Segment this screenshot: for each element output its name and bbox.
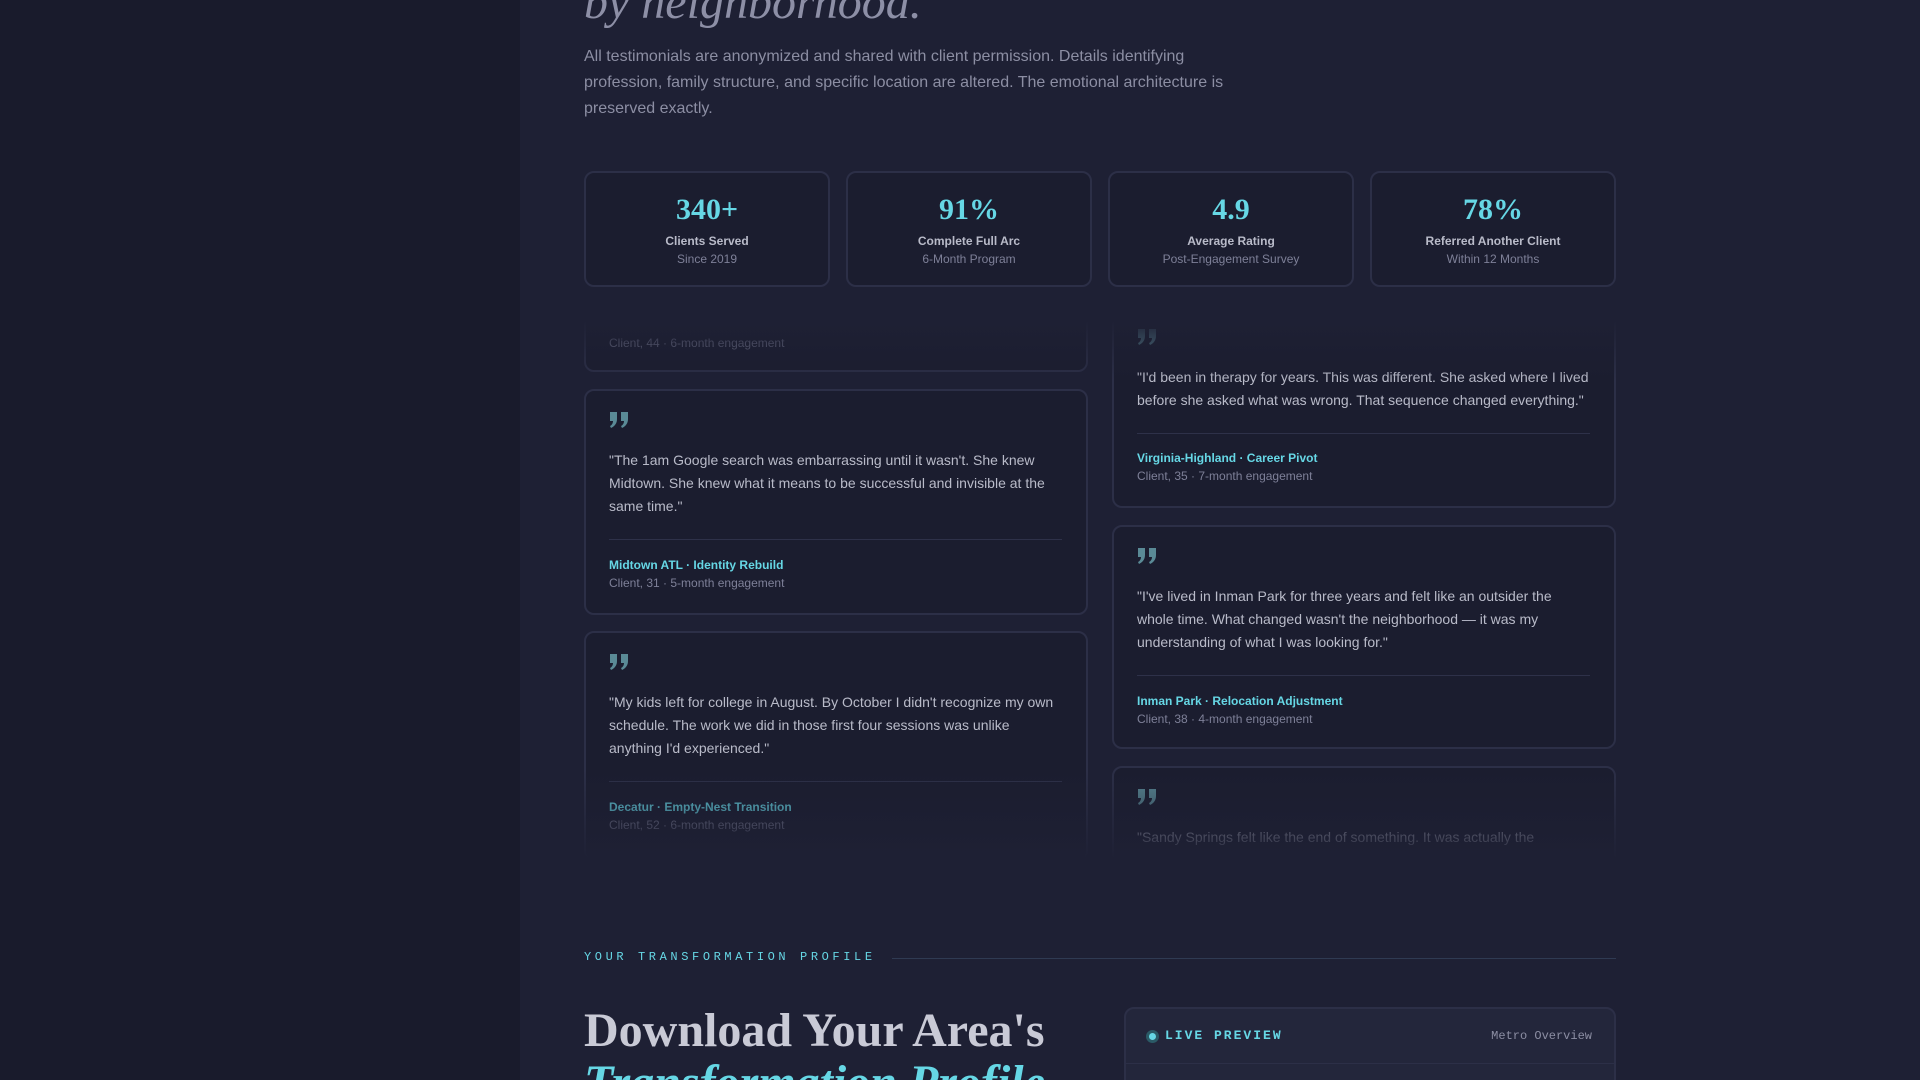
preview-header: LIVE PREVIEW Metro Overview	[1126, 1009, 1614, 1064]
stat-label: Complete Full Arc	[917, 234, 1021, 248]
quote-icon	[1138, 548, 1156, 564]
testimonial-quote: "The 1am Google search was embarrassing …	[609, 452, 1045, 514]
stat-sub: Since 2019	[676, 252, 738, 266]
intro-paragraph: All testimonials are anonymized and shar…	[584, 48, 1224, 117]
stat-label: Referred Another Client	[1425, 234, 1561, 248]
stat-card-referral: 78% Referred Another Client Within 12 Mo…	[1370, 171, 1616, 287]
testimonial-meta: Client, 52 · 6-month engagement	[609, 818, 785, 832]
section-eyebrow: YOUR TRANSFORMATION PROFILE	[584, 950, 876, 964]
testimonial-quote: "I've lived in Inman Park for three year…	[1137, 588, 1552, 650]
card-divider	[609, 781, 1062, 782]
testimonial-tag: Virginia-Highland · Career Pivot	[1137, 451, 1318, 465]
preview-scope: Metro Overview	[1491, 1029, 1592, 1043]
stat-sub: 6-Month Program	[922, 252, 1016, 266]
testimonial-meta: Client, 44 · 6-month engagement	[609, 336, 785, 350]
live-preview-panel: LIVE PREVIEW Metro Overview	[1124, 1007, 1616, 1080]
stat-sub: Within 12 Months	[1446, 252, 1540, 266]
testimonial-card: Client, 44 · 6-month engagement	[584, 320, 1088, 372]
download-heading-accent: Transformation Profile	[584, 1057, 1104, 1080]
stat-card-completion: 91% Complete Full Arc 6-Month Program	[846, 171, 1092, 287]
testimonial-card: "Sandy Springs felt like the end of some…	[1112, 766, 1616, 860]
live-preview-label: LIVE PREVIEW	[1165, 1028, 1283, 1043]
main-content: by neighborhood. All testimonials are an…	[584, 0, 1616, 1080]
download-heading: Download Your Area's Transformation Prof…	[584, 1005, 1104, 1080]
quote-icon	[610, 412, 628, 428]
testimonial-card: "I've lived in Inman Park for three year…	[1112, 525, 1616, 749]
stat-value: 4.9	[1212, 193, 1250, 226]
stat-card-clients: 340+ Clients Served Since 2019	[584, 171, 830, 287]
stat-label: Average Rating	[1187, 234, 1275, 248]
hero-title-fragment: by neighborhood.	[584, 0, 922, 29]
testimonial-quote: "Sandy Springs felt like the end of some…	[1137, 829, 1535, 845]
testimonial-tag: Inman Park · Relocation Adjustment	[1137, 694, 1343, 708]
quote-icon	[1138, 329, 1156, 345]
eyebrow-divider	[892, 958, 1616, 959]
testimonial-meta: Client, 38 · 4-month engagement	[1137, 712, 1313, 726]
testimonial-card: "I'd been in therapy for years. This was…	[1112, 320, 1616, 508]
download-heading-line1: Download Your Area's	[584, 1004, 1045, 1057]
live-indicator-icon	[1146, 1030, 1159, 1043]
quote-icon	[1138, 789, 1156, 805]
stat-value: 340+	[675, 193, 739, 226]
testimonial-meta: Client, 35 · 7-month engagement	[1137, 469, 1313, 483]
stat-value: 91%	[939, 193, 999, 226]
testimonial-tag: Midtown ATL · Identity Rebuild	[609, 558, 784, 572]
testimonial-quote: "I'd been in therapy for years. This was…	[1137, 369, 1589, 408]
testimonial-wall[interactable]: Client, 44 · 6-month engagement "The 1am…	[584, 320, 1616, 860]
card-divider	[609, 539, 1062, 540]
stat-card-rating: 4.9 Average Rating Post-Engagement Surve…	[1108, 171, 1354, 287]
testimonial-card: "My kids left for college in August. By …	[584, 631, 1088, 860]
quote-icon	[610, 654, 628, 670]
stat-label: Clients Served	[665, 234, 749, 248]
stat-sub: Post-Engagement Survey	[1162, 252, 1300, 266]
testimonial-quote: "My kids left for college in August. By …	[609, 694, 1054, 756]
stat-value: 78%	[1463, 193, 1523, 226]
testimonial-tag: Decatur · Empty-Nest Transition	[609, 800, 792, 814]
testimonial-card: "The 1am Google search was embarrassing …	[584, 389, 1088, 615]
card-divider	[1137, 675, 1590, 676]
stats-row: 340+ Clients Served Since 2019 91% Compl…	[584, 171, 1616, 287]
card-divider	[1137, 433, 1590, 434]
testimonial-meta: Client, 31 · 5-month engagement	[609, 576, 785, 590]
left-rail	[0, 0, 520, 1080]
